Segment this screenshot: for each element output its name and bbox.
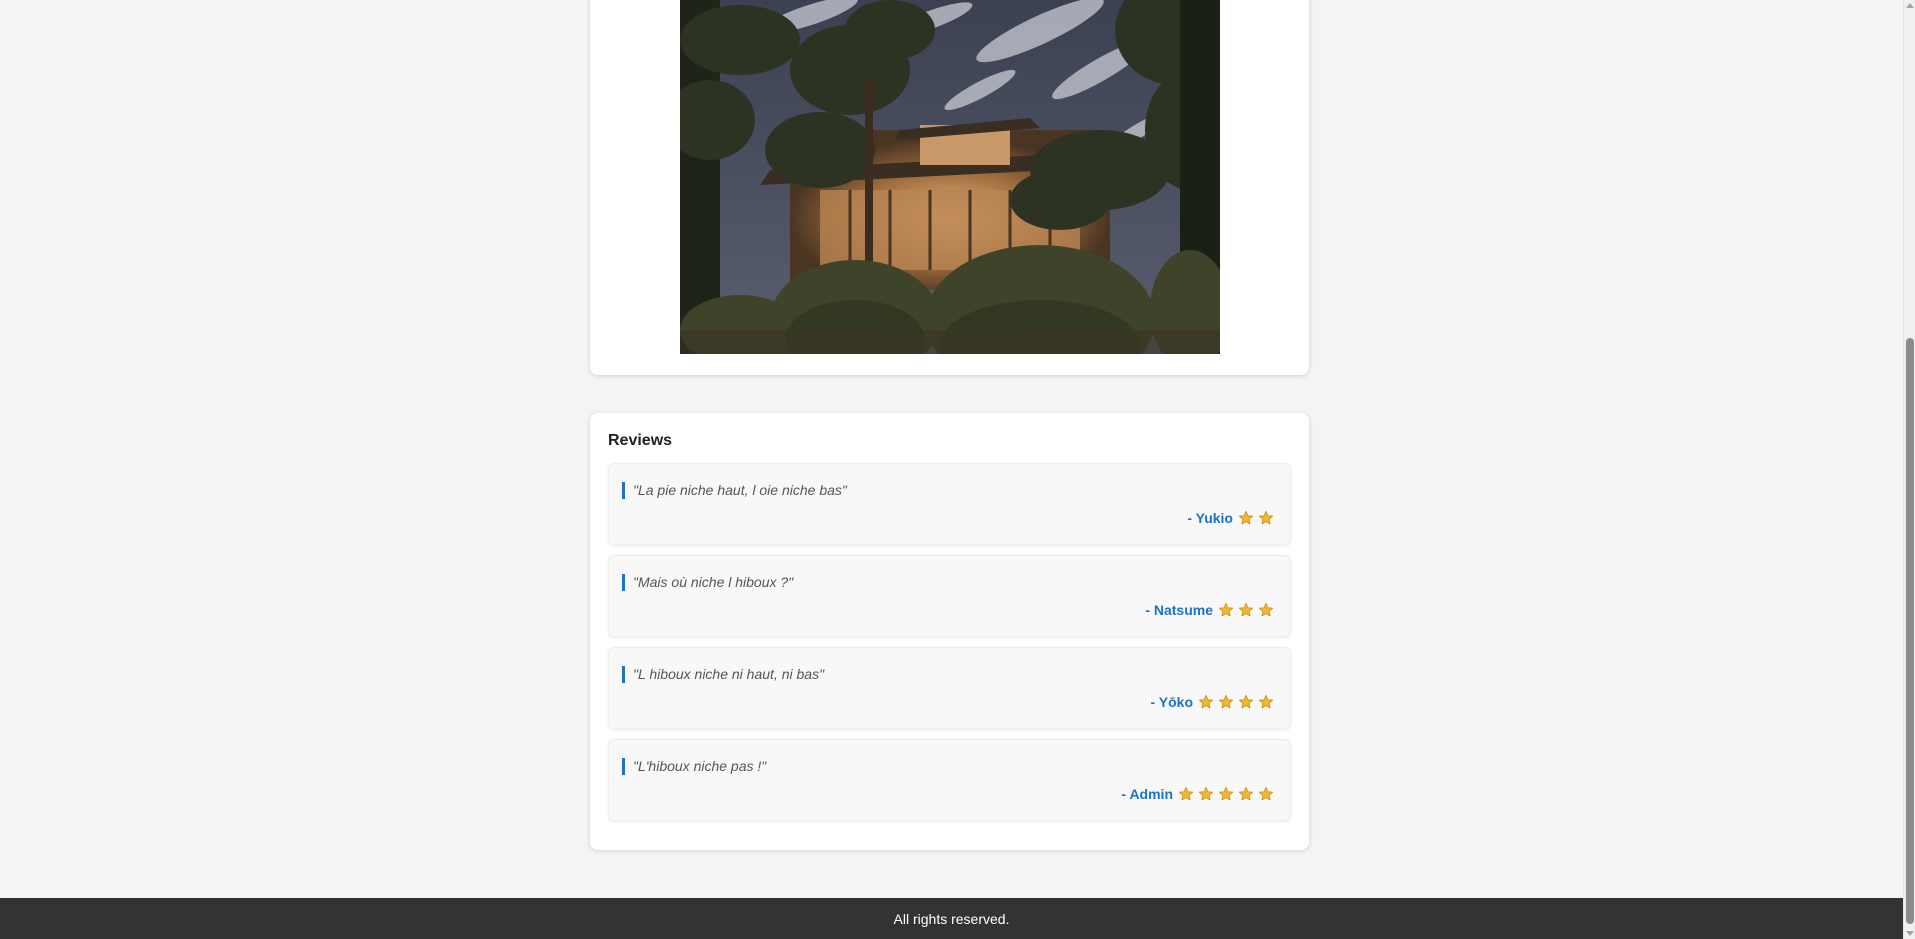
vertical-scrollbar[interactable] (1903, 0, 1915, 939)
star-icon (1258, 694, 1274, 709)
scroll-thumb[interactable] (1906, 338, 1914, 924)
star-icon (1238, 510, 1254, 525)
photo-card (590, 0, 1309, 375)
review-author: - Natsume (1145, 602, 1213, 618)
review-quote: "L'hiboux niche pas !" (622, 758, 766, 775)
review-author-row: - Yukio (1187, 509, 1274, 527)
footer: All rights reserved. (0, 898, 1903, 939)
review-author-row: - Admin (1121, 785, 1274, 803)
reviews-card: Reviews "La pie niche haut, l oie niche … (590, 413, 1309, 850)
footer-text: All rights reserved. (893, 911, 1010, 927)
page: Reviews "La pie niche haut, l oie niche … (0, 0, 1903, 939)
review-author: - Admin (1121, 786, 1173, 802)
review-author: - Yukio (1187, 510, 1233, 526)
star-rating (1198, 694, 1274, 710)
review-quote: "Mais où niche l hiboux ?" (622, 574, 793, 591)
star-icon (1218, 602, 1234, 617)
review-item: "La pie niche haut, l oie niche bas" - Y… (608, 463, 1291, 545)
review-author: - Yōko (1150, 694, 1193, 710)
star-icon (1238, 602, 1254, 617)
star-icon (1198, 786, 1214, 801)
scroll-up-arrow-icon[interactable] (1906, 3, 1914, 8)
review-item: "L'hiboux niche pas !" - Admin (608, 739, 1291, 821)
review-author-row: - Yōko (1150, 693, 1274, 711)
review-quote: "La pie niche haut, l oie niche bas" (622, 482, 847, 499)
star-icon (1238, 694, 1254, 709)
star-icon (1178, 786, 1194, 801)
star-icon (1258, 510, 1274, 525)
star-icon (1258, 602, 1274, 617)
review-item: "Mais où niche l hiboux ?" - Natsume (608, 555, 1291, 637)
reviews-title: Reviews (608, 432, 673, 449)
star-icon (1218, 786, 1234, 801)
house-photo (680, 0, 1220, 354)
star-icon (1258, 786, 1274, 801)
review-author-row: - Natsume (1145, 601, 1274, 619)
star-rating (1178, 786, 1274, 802)
star-rating (1218, 602, 1274, 618)
star-icon (1198, 694, 1214, 709)
star-rating (1238, 510, 1274, 526)
scroll-down-arrow-icon[interactable] (1906, 931, 1914, 936)
review-quote: "L hiboux niche ni haut, ni bas" (622, 666, 824, 683)
star-icon (1218, 694, 1234, 709)
star-icon (1238, 786, 1254, 801)
review-item: "L hiboux niche ni haut, ni bas" - Yōko (608, 647, 1291, 729)
